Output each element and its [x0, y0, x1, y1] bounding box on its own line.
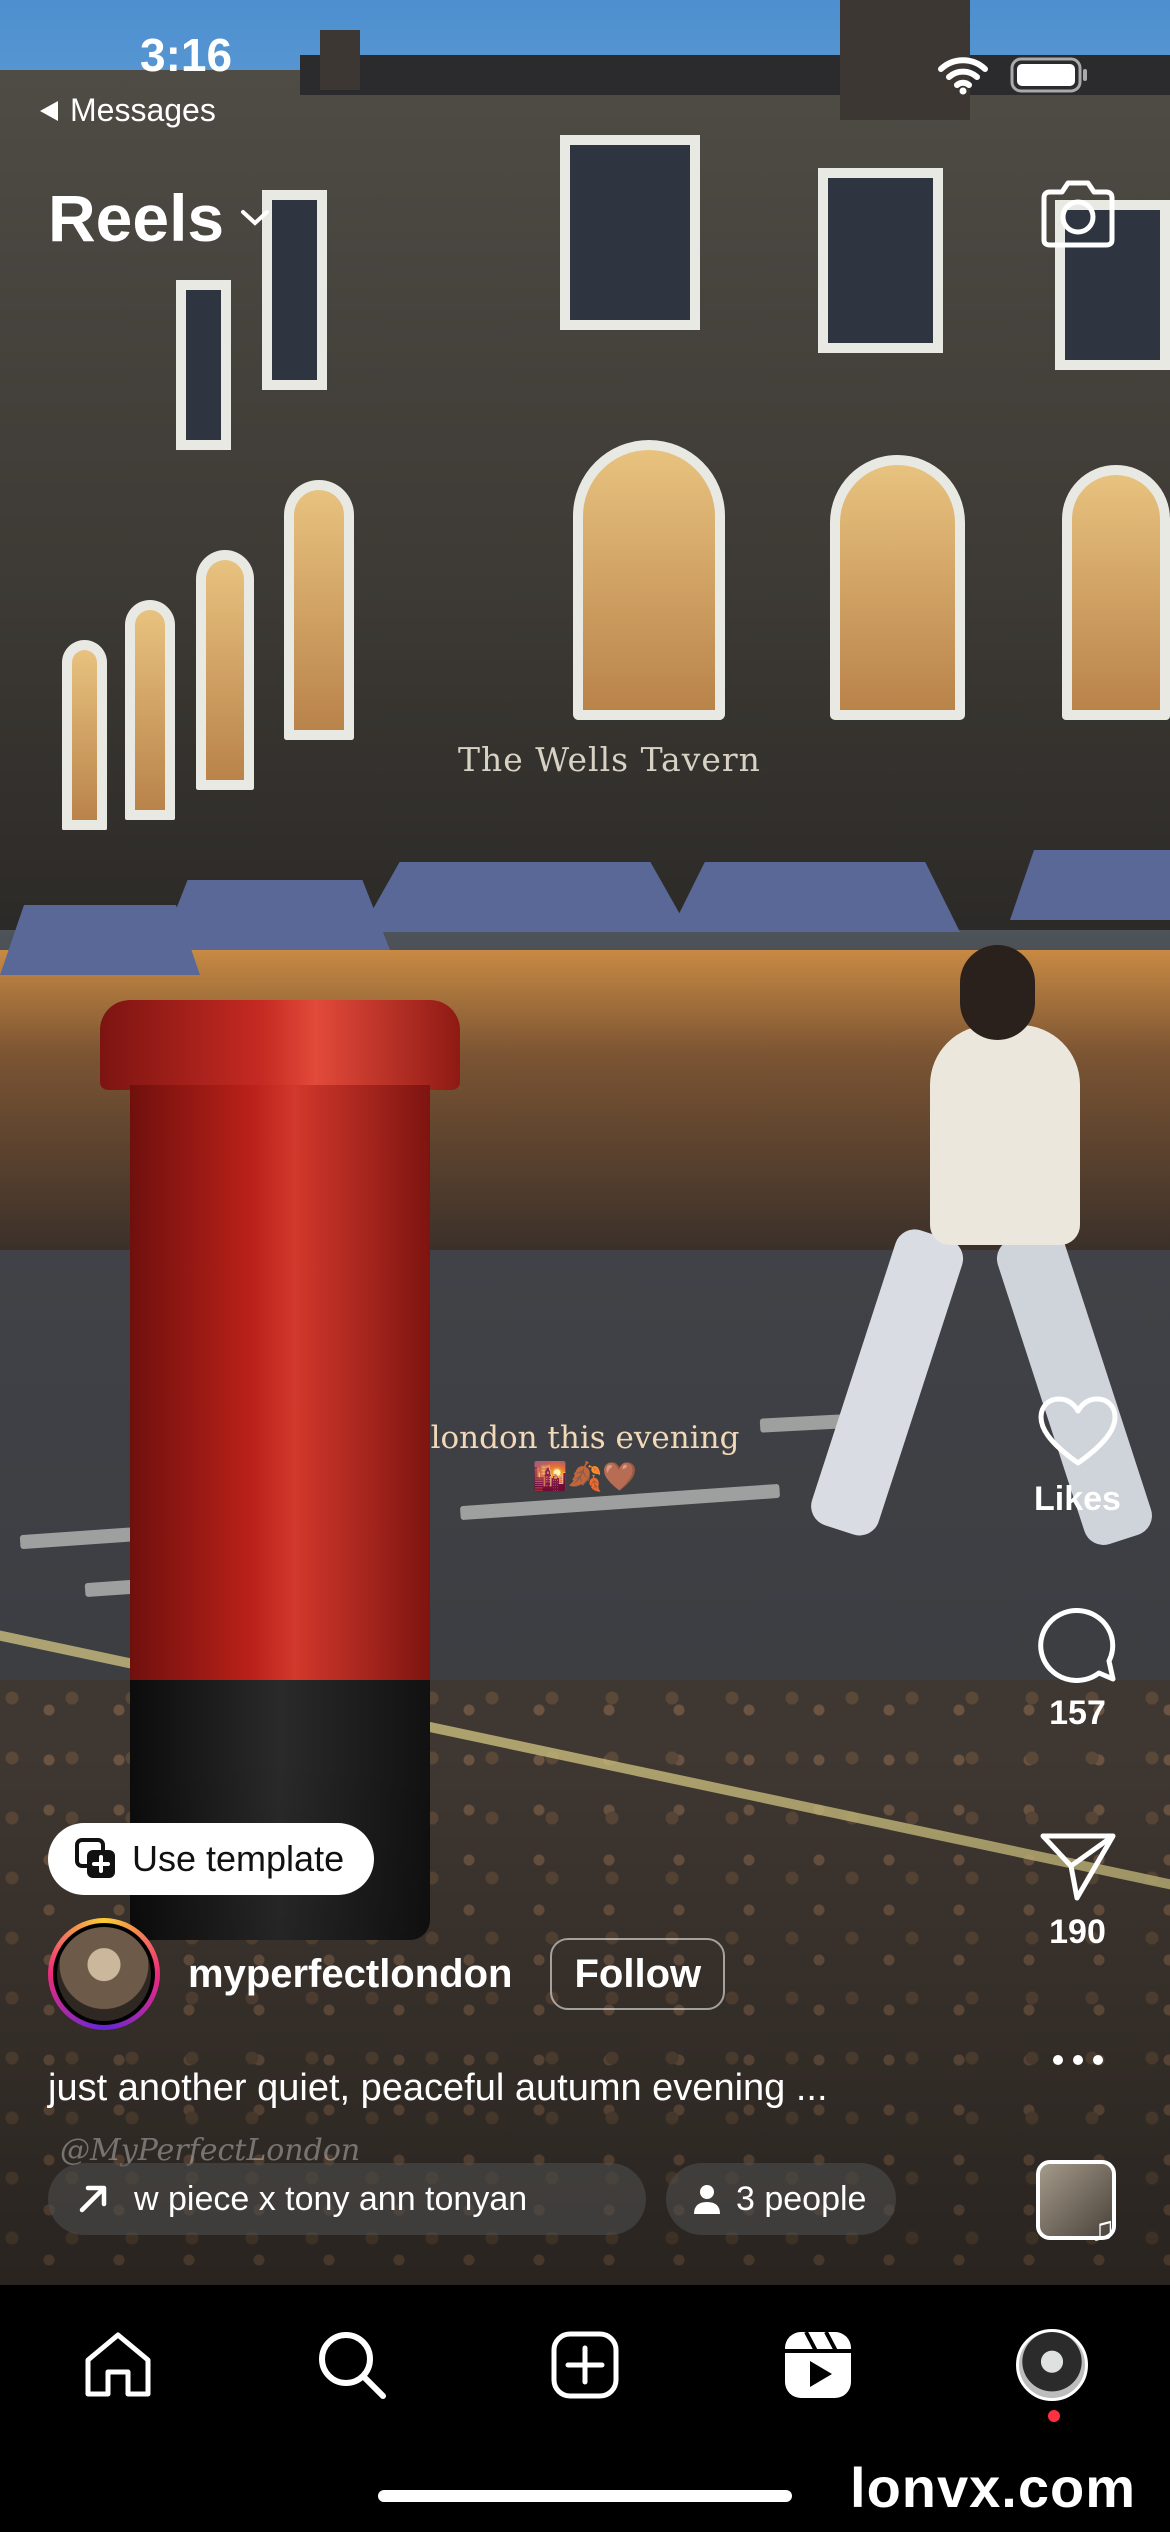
person-icon	[694, 2185, 720, 2214]
window	[262, 190, 327, 390]
page-title: Reels	[48, 181, 225, 255]
status-time: 3:16	[140, 29, 233, 81]
window-lit	[830, 455, 965, 720]
author-username[interactable]: myperfectlondon	[188, 1952, 512, 1997]
canopy	[1010, 850, 1170, 920]
author-row: myperfectlondon Follow	[48, 1918, 726, 2030]
tab-home[interactable]	[78, 2325, 158, 2405]
audio-info-pill[interactable]: w piece x tony ann tonyan	[48, 2163, 646, 2235]
like-action[interactable]: Likes	[1020, 1395, 1135, 1519]
tab-reels[interactable]	[778, 2325, 858, 2405]
home-indicator[interactable]	[378, 2490, 792, 2502]
share-action[interactable]: 190	[1020, 1830, 1135, 1952]
window-lit	[284, 480, 354, 740]
canopy	[670, 862, 960, 932]
reels-icon	[785, 2331, 851, 2398]
template-add-icon	[75, 1838, 115, 1878]
canopy	[160, 880, 390, 950]
search-icon	[319, 2332, 386, 2399]
more-dots-icon[interactable]	[1048, 2050, 1108, 2070]
follow-button[interactable]: Follow	[550, 1938, 726, 2010]
video-caption-line: london this evening	[430, 1420, 740, 1456]
tagged-people-label: 3 people	[736, 2179, 867, 2218]
audio-track-text: w piece x tony ann tonyan	[134, 2179, 528, 2218]
heart-icon[interactable]	[1037, 1395, 1119, 1469]
battery-icon	[1010, 57, 1087, 93]
reels-title-dropdown[interactable]: Reels	[48, 180, 270, 256]
tab-create[interactable]	[545, 2325, 625, 2405]
more-options[interactable]	[1020, 2050, 1135, 2075]
site-watermark: lonvx.com	[850, 2456, 1136, 2519]
use-template-label: Use template	[132, 1838, 345, 1879]
comment-icon[interactable]	[1037, 1603, 1119, 1684]
likes-label: Likes	[1034, 1480, 1121, 1518]
video-text-overlay: london this evening 🌇🍂🤎	[390, 1420, 780, 1493]
chevron-down-icon	[241, 210, 270, 226]
window	[176, 280, 231, 450]
back-triangle-icon	[40, 100, 58, 121]
window-lit	[62, 640, 107, 830]
arrow-up-right-icon	[79, 2185, 107, 2213]
window-lit	[125, 600, 175, 820]
tab-profile[interactable]	[1012, 2325, 1092, 2405]
window-lit	[573, 440, 725, 720]
author-avatar[interactable]	[48, 1918, 160, 2030]
window	[818, 168, 943, 353]
camera-icon[interactable]	[1038, 178, 1118, 250]
reel-caption[interactable]: just another quiet, peaceful autumn even…	[48, 2067, 828, 2110]
back-label: Messages	[70, 92, 216, 128]
tab-search[interactable]	[312, 2325, 392, 2405]
home-icon	[85, 2332, 151, 2397]
window-lit	[1062, 465, 1170, 720]
canopy	[360, 862, 690, 932]
profile-avatar	[1016, 2329, 1088, 2401]
chimney-left	[320, 30, 360, 90]
window-lit	[196, 550, 254, 790]
use-template-button[interactable]: Use template	[48, 1823, 375, 1895]
window	[560, 135, 700, 330]
notification-dot	[1048, 2410, 1060, 2422]
tagged-people-pill[interactable]: 3 people	[666, 2163, 897, 2235]
status-icons	[938, 55, 1090, 95]
send-icon[interactable]	[1039, 1830, 1117, 1902]
music-note-icon: ♫	[1090, 2210, 1116, 2248]
video-caption-emojis: 🌇🍂🤎	[532, 1460, 638, 1493]
comment-action[interactable]: 157	[1020, 1603, 1135, 1733]
comments-count: 157	[1049, 1694, 1106, 1732]
back-to-messages[interactable]: Messages	[38, 92, 216, 129]
add-post-icon	[551, 2331, 619, 2399]
shares-count: 190	[1049, 1913, 1106, 1951]
wifi-icon	[938, 57, 988, 95]
pub-sign: The Wells Tavern	[458, 740, 761, 779]
